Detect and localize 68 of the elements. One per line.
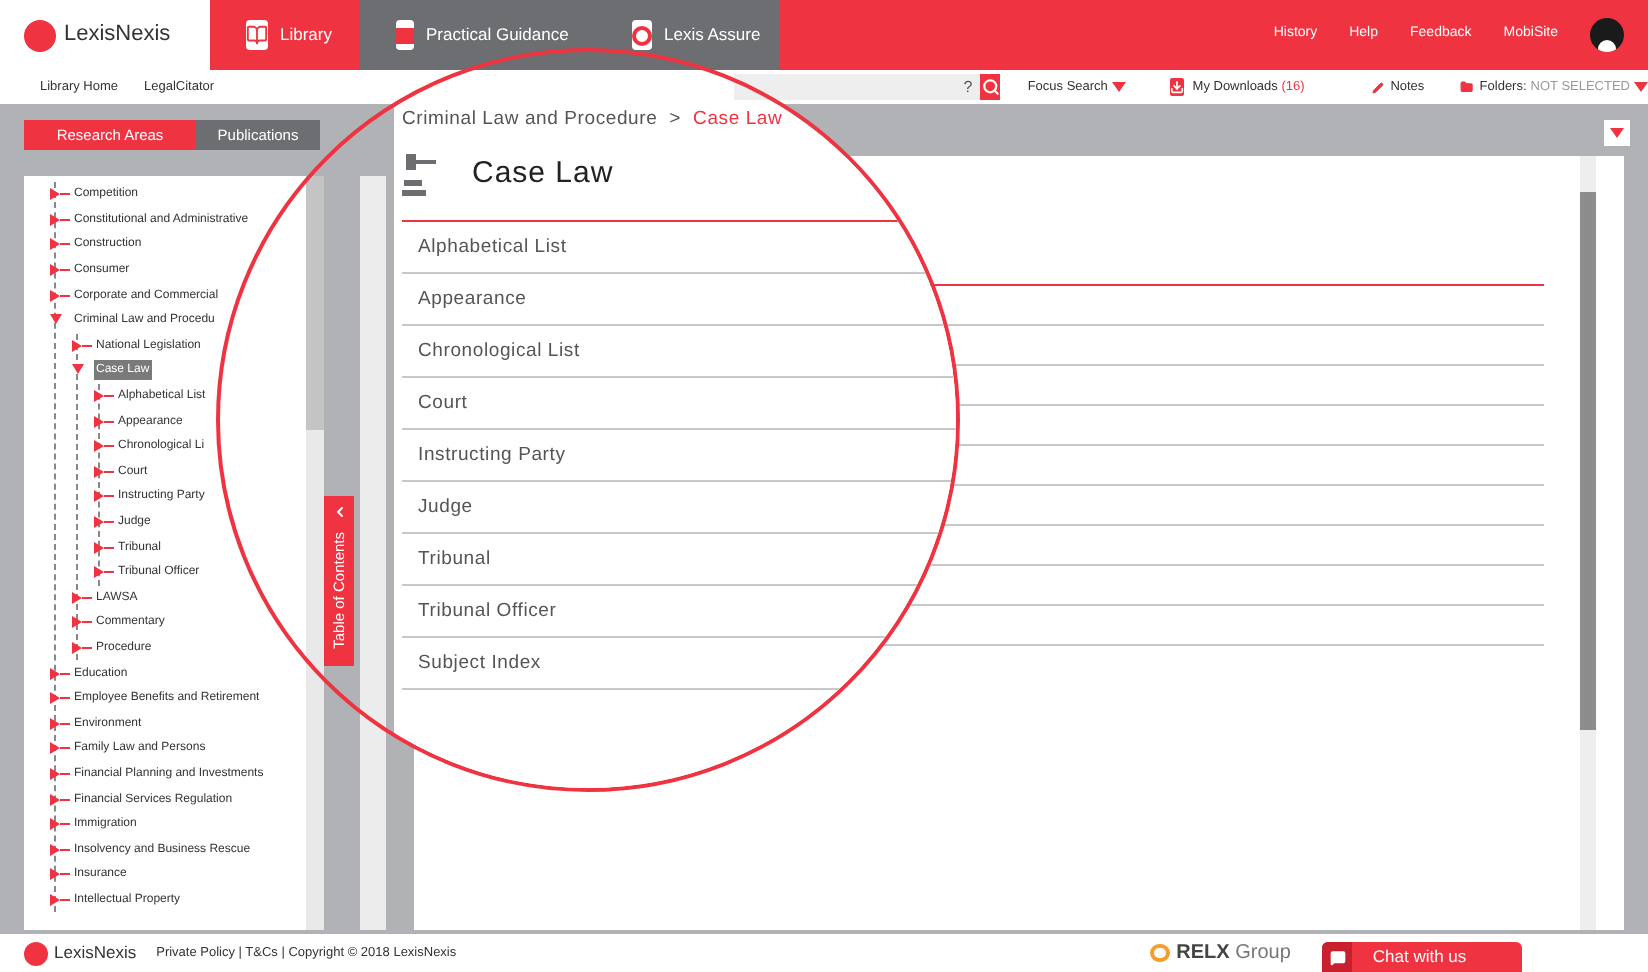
- collapsed-arrow-icon[interactable]: [50, 742, 70, 755]
- collapsed-arrow-icon[interactable]: [50, 868, 70, 881]
- logo-icon: [24, 19, 56, 51]
- scrollbar[interactable]: [360, 176, 386, 930]
- caret-icon: [1634, 82, 1648, 92]
- scrollbar[interactable]: [306, 176, 324, 930]
- list-item[interactable]: Tribunal Officer: [402, 586, 956, 639]
- collapsed-arrow-icon[interactable]: [72, 641, 92, 654]
- book-icon: [246, 20, 268, 50]
- search-button[interactable]: [980, 74, 1000, 100]
- page-title: Case Law: [472, 154, 614, 194]
- collapsed-arrow-icon[interactable]: [50, 843, 70, 856]
- nav-tab[interactable]: Practical Guidance: [360, 0, 600, 70]
- scrollbar[interactable]: [1580, 156, 1596, 930]
- collapsed-arrow-icon[interactable]: [50, 264, 70, 277]
- collapsed-arrow-icon[interactable]: [94, 390, 114, 403]
- chevron-left-icon: [331, 504, 347, 520]
- collapsed-arrow-icon[interactable]: [94, 415, 114, 428]
- collapsed-arrow-icon[interactable]: [50, 717, 70, 730]
- collapsed-arrow-icon[interactable]: [72, 591, 92, 604]
- caret-icon: [1111, 82, 1126, 92]
- collapsed-arrow-icon[interactable]: [50, 793, 70, 806]
- menu-dropdown[interactable]: [1604, 120, 1630, 146]
- avatar-icon[interactable]: [1590, 18, 1624, 52]
- collapsed-arrow-icon[interactable]: [50, 818, 70, 831]
- collapsed-arrow-icon[interactable]: [50, 238, 70, 251]
- collapsed-arrow-icon[interactable]: [50, 667, 70, 680]
- breadcrumb-link[interactable]: Criminal Law and Procedure: [402, 108, 658, 130]
- collapsed-arrow-icon[interactable]: [50, 188, 70, 201]
- folder-icon: [1460, 78, 1474, 96]
- collapsed-arrow-icon[interactable]: [94, 541, 114, 554]
- list-item[interactable]: Judge: [402, 482, 956, 535]
- search-icon: [981, 78, 1000, 96]
- collapsed-arrow-icon[interactable]: [94, 440, 114, 453]
- list-item[interactable]: Chronological List: [402, 326, 956, 379]
- download-icon: [1169, 78, 1185, 96]
- list-item[interactable]: Tribunal: [402, 534, 956, 587]
- document-icon: [396, 20, 414, 50]
- list-item[interactable]: Instructing Party: [402, 430, 956, 483]
- list-item[interactable]: Appearance: [402, 274, 956, 327]
- collapsed-arrow-icon[interactable]: [72, 339, 92, 352]
- collapsed-arrow-icon[interactable]: [94, 566, 114, 579]
- pencil-icon: [1372, 79, 1385, 95]
- relx-logo-icon: [1150, 944, 1171, 962]
- search-field[interactable]: ?: [734, 74, 981, 100]
- collapsed-arrow-icon[interactable]: [50, 893, 70, 906]
- brand-logo: LexisNexis: [54, 940, 137, 966]
- list-item[interactable]: Subject Index: [402, 638, 956, 691]
- brand-logo[interactable]: LexisNexis: [64, 18, 171, 52]
- collapsed-arrow-icon[interactable]: [50, 213, 70, 226]
- collapsed-arrow-icon[interactable]: [50, 692, 70, 705]
- help-mark[interactable]: ?: [963, 75, 973, 99]
- collapsed-arrow-icon[interactable]: [50, 767, 70, 780]
- nav-tab[interactable]: Library: [210, 0, 360, 70]
- chat-button[interactable]: Chat with us: [1322, 942, 1523, 972]
- relx-logo: RELX Group: [1176, 940, 1291, 968]
- nav-tab[interactable]: Lexis Assure: [600, 0, 780, 70]
- chat-icon: [1329, 949, 1346, 965]
- breadcrumb: Criminal Law and Procedure > Case Law: [402, 106, 785, 134]
- list-item[interactable]: Alphabetical List: [402, 222, 956, 275]
- collapsed-arrow-icon[interactable]: [94, 516, 114, 529]
- list-item[interactable]: Court: [402, 378, 956, 431]
- collapsed-arrow-icon[interactable]: [94, 465, 114, 478]
- logo-icon: [24, 941, 48, 965]
- collapsed-arrow-icon[interactable]: [94, 490, 114, 503]
- caret-icon: [1610, 128, 1624, 138]
- collapsed-arrow-icon[interactable]: [50, 289, 70, 302]
- collapsed-arrow-icon[interactable]: [72, 616, 92, 629]
